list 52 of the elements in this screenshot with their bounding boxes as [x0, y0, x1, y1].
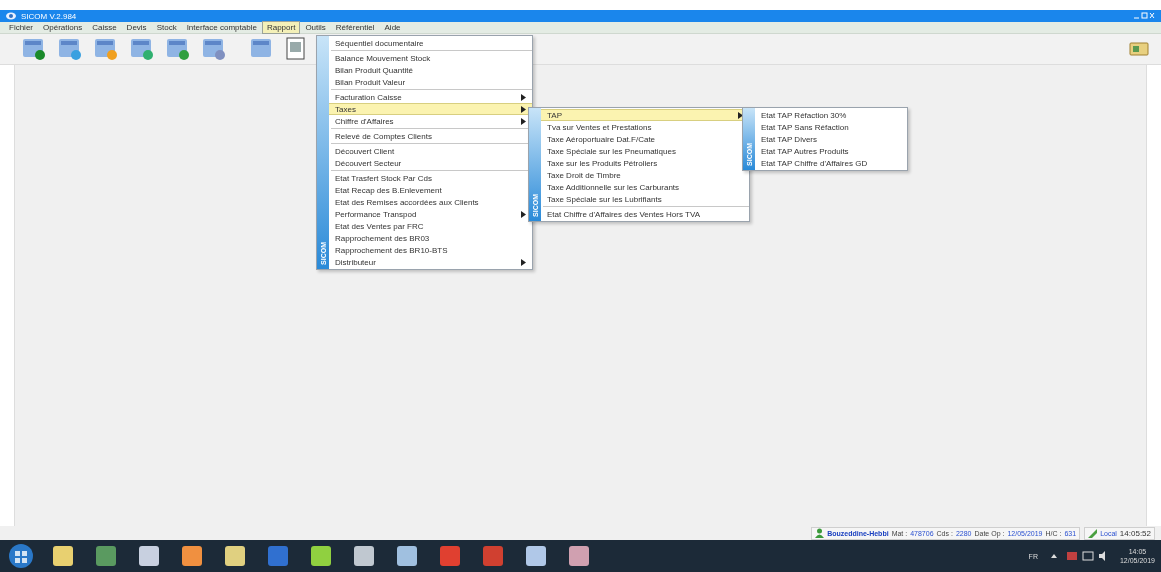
window-controls-icon[interactable] — [1133, 12, 1155, 20]
menu-item[interactable]: Distributeur — [329, 256, 532, 268]
menu-item[interactable]: Taxes — [329, 103, 532, 115]
document-icon[interactable] — [22, 36, 48, 62]
user-icon — [815, 528, 825, 538]
menu-item[interactable]: Rapport — [261, 21, 301, 34]
menu-item[interactable]: Découvert Secteur — [329, 157, 532, 169]
menu-item[interactable]: Performance Transpod — [329, 208, 532, 220]
menu-item[interactable]: Caisse — [87, 21, 122, 34]
page-icon[interactable] — [286, 37, 306, 61]
menu-item[interactable]: Taxe Additionnelle sur les Carburants — [541, 181, 749, 193]
menu-item[interactable]: Etat TAP Divers — [755, 133, 907, 145]
document-icon[interactable] — [94, 36, 120, 62]
menu-item[interactable]: Etat Chiffre d'Affaires des Ventes Hors TVA — [541, 208, 749, 220]
menu-item[interactable]: Etat TAP Autres Produits — [755, 145, 907, 157]
document-icon[interactable] — [58, 36, 84, 62]
menu-item[interactable]: Etat Trasfert Stock Par Cds — [329, 172, 532, 184]
menu-item[interactable]: Etat TAP Réfaction 30% — [755, 109, 907, 121]
menu-item[interactable]: Devis — [121, 21, 152, 34]
menu-item[interactable]: Relevé de Comptes Clients — [329, 130, 532, 142]
menu-item[interactable]: Découvert Client — [329, 145, 532, 157]
status-time: 14:05:52 — [1119, 528, 1151, 538]
menu-item[interactable]: Bilan Produit Valeur — [329, 76, 532, 88]
start-button-icon[interactable] — [6, 542, 36, 570]
document-icon[interactable] — [202, 36, 228, 62]
menu-item[interactable]: Rapprochement des BR10-BTS — [329, 244, 532, 256]
menu-item[interactable]: Etat TAP Sans Réfaction — [755, 121, 907, 133]
document-icon[interactable] — [130, 36, 156, 62]
menu-item[interactable]: Bilan Produit Quantité — [329, 64, 532, 76]
card-icon[interactable] — [1129, 41, 1149, 57]
menu-item[interactable]: Balance Mouvement Stock — [329, 52, 532, 64]
menu-item[interactable]: Outils — [300, 21, 331, 34]
menu-item[interactable]: Etat Recap des B.Enlevement — [329, 184, 532, 196]
connection-icon — [1088, 528, 1098, 538]
menu-item[interactable]: Opérations — [38, 21, 88, 34]
app-icon — [6, 12, 16, 20]
menu-item[interactable]: Stock — [151, 21, 182, 34]
menu-item[interactable]: Fichier — [4, 21, 38, 34]
menu-item[interactable]: Interface comptable — [181, 21, 262, 34]
menu-item[interactable]: Etat des Ventes par FRC — [329, 220, 532, 232]
menu-item[interactable]: Taxe Spéciale sur les Lubrifiants — [541, 193, 749, 205]
menu-item[interactable]: Etat TAP Chiffre d'Affaires GD — [755, 157, 907, 169]
menu-item[interactable]: Rapprochement des BR03 — [329, 232, 532, 244]
menu-item[interactable]: Aide — [379, 21, 406, 34]
menu-item[interactable]: Etat des Remises accordées aux Clients — [329, 196, 532, 208]
menu-item[interactable]: Taxe Droit de Timbre — [541, 169, 749, 181]
menu-item[interactable]: Chiffre d'Affaires — [329, 115, 532, 127]
document-icon[interactable] — [166, 36, 192, 62]
menu-item[interactable]: Facturation Caisse — [329, 91, 532, 103]
menu-item[interactable]: Séquentiel documentaire — [329, 37, 532, 49]
window-title: SICOM V.2.984 — [21, 11, 77, 21]
menu-item[interactable]: Référentiel — [330, 21, 380, 34]
